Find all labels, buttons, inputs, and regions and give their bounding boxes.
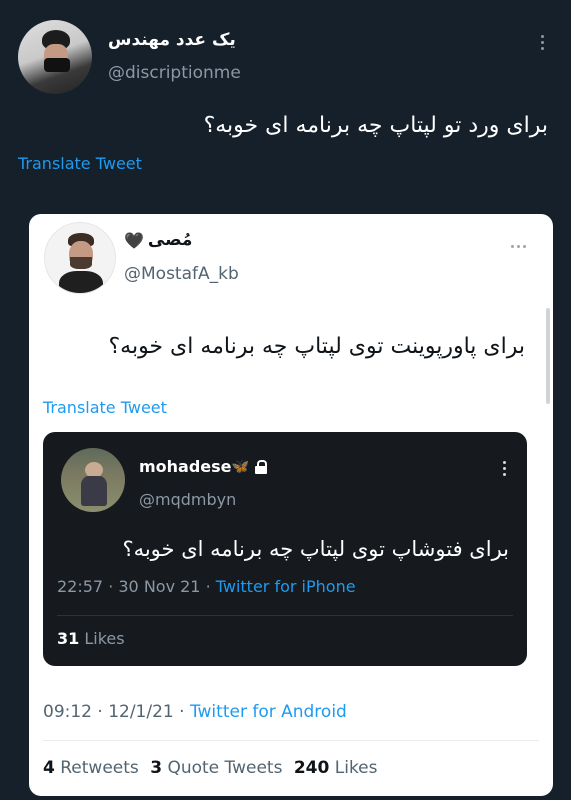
outer-avatar[interactable]: [18, 20, 92, 94]
inner-likes-label: Likes: [84, 629, 125, 648]
outer-tweet-text: برای ورد تو لپتاپ چه برنامه ای خوبه؟: [203, 113, 548, 138]
lock-icon: [254, 459, 267, 474]
inner-source-link[interactable]: Twitter for iPhone: [216, 577, 356, 596]
quote-tweets-count: 3: [150, 758, 163, 778]
inner-likes-row[interactable]: 31 Likes: [57, 629, 125, 648]
retweets-label: Retweets: [60, 758, 139, 778]
quoted-tweet-card[interactable]: 🖤 مُصی @MostafA_kb برای پاورپوینت توی لپ…: [29, 214, 553, 796]
inner-more-icon[interactable]: [499, 458, 509, 478]
card-divider: [43, 740, 539, 741]
inner-tweet-text: برای فتوشاپ توی لپتاپ چه برنامه ای خوبه؟: [122, 537, 509, 561]
outer-translate-link[interactable]: Translate Tweet: [18, 154, 142, 173]
outer-more-icon[interactable]: [536, 32, 548, 52]
card-display-name: مُصی: [147, 230, 193, 250]
inner-timestamp: 22:57 · 30 Nov 21 ·: [57, 577, 216, 596]
inner-divider: [57, 615, 513, 616]
card-translate-link[interactable]: Translate Tweet: [43, 398, 167, 417]
heart-icon: 🖤: [124, 230, 144, 250]
card-handle: @MostafA_kb: [124, 264, 239, 284]
quote-tweets-stat[interactable]: 3 Quote Tweets: [150, 758, 288, 778]
outer-display-name: یک عدد مهندس: [108, 30, 236, 50]
likes-stat[interactable]: 240 Likes: [294, 758, 378, 778]
card-stats-row: 4 Retweets 3 Quote Tweets 240 Likes: [43, 758, 378, 778]
card-tweet-text: برای پاورپوینت توی لپتاپ چه برنامه ای خو…: [108, 334, 525, 359]
retweets-count: 4: [43, 758, 55, 778]
likes-count: 240: [293, 758, 330, 778]
inner-avatar[interactable]: [61, 448, 125, 512]
card-source-link[interactable]: Twitter for Android: [190, 702, 347, 722]
inner-likes-count: 31: [57, 629, 80, 648]
quote-tweets-label: Quote Tweets: [167, 758, 283, 778]
outer-handle: @discriptionme: [108, 63, 241, 83]
card-timestamp: 09:12 · 12/1/21 ·: [43, 702, 190, 722]
card-timestamp-row: 09:12 · 12/1/21 · Twitter for Android: [43, 702, 347, 722]
likes-label: Likes: [334, 758, 378, 778]
card-avatar[interactable]: [44, 222, 116, 294]
inner-timestamp-row: 22:57 · 30 Nov 21 · Twitter for iPhone: [57, 577, 356, 596]
retweets-stat[interactable]: 4 Retweets: [43, 758, 144, 778]
inner-display-name: mohadese: [139, 457, 232, 476]
card-display-name-row: 🖤 مُصی: [124, 230, 192, 250]
inner-handle: @mqdmbyn: [139, 490, 237, 509]
card-more-icon[interactable]: [511, 245, 526, 248]
card-scrollbar[interactable]: [546, 308, 550, 404]
inner-name-row: mohadese 🦋: [139, 457, 267, 476]
inner-quoted-tweet[interactable]: mohadese 🦋 @mqdmbyn برای فتوشاپ توی لپتا…: [43, 432, 527, 666]
butterfly-icon: 🦋: [231, 458, 249, 475]
